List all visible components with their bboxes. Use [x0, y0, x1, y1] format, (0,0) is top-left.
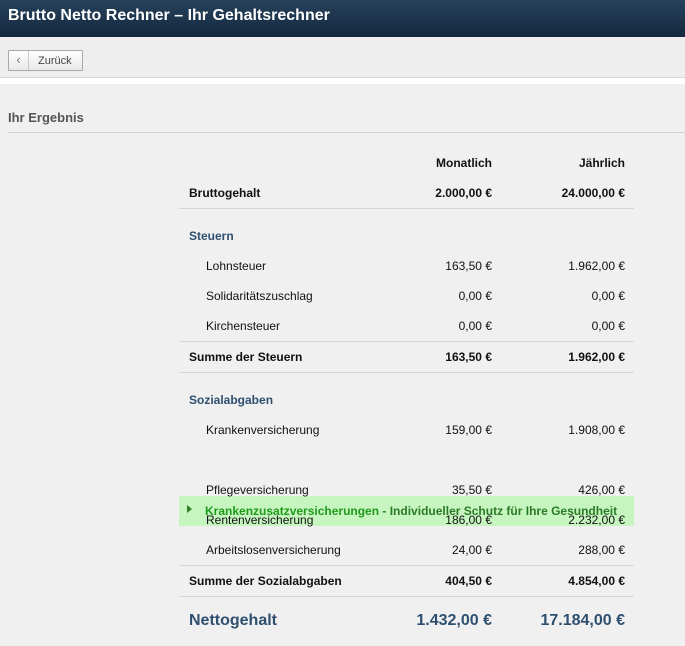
- row-label: Solidaritätszuschlag: [206, 289, 313, 303]
- row-yearly: 0,00 €: [591, 289, 625, 303]
- result-area: Ihr Ergebnis Monatlich Jährlich Bruttoge…: [0, 84, 685, 646]
- app-title: Brutto Netto Rechner – Ihr Gehaltsrechne…: [8, 7, 330, 24]
- taxes-sum-monthly: 163,50 €: [445, 350, 492, 364]
- net-salary-yearly: 17.184,00 €: [540, 612, 625, 629]
- row-label: Lohnsteuer: [206, 259, 267, 273]
- section-title-social-label: Sozialabgaben: [189, 393, 274, 407]
- row-monthly: 35,50 €: [451, 483, 492, 497]
- row-yearly: 426,00 €: [578, 483, 625, 497]
- row-label: Pflegeversicherung: [206, 483, 309, 497]
- row-label: Krankenversicherung: [206, 423, 320, 437]
- net-salary-monthly: 1.432,00 €: [416, 612, 492, 629]
- row-divider: [179, 372, 634, 373]
- row-monthly: 163,50 €: [445, 259, 492, 273]
- row-yearly: 0,00 €: [591, 319, 625, 333]
- row-yearly: 1.908,00 €: [568, 423, 625, 437]
- section-title-taxes-label: Steuern: [189, 229, 234, 243]
- toolbar: ‹ Zurück: [0, 37, 685, 78]
- row-monthly: 186,00 €: [445, 513, 492, 527]
- column-header-yearly: Jährlich: [578, 156, 625, 170]
- app-header: Brutto Netto Rechner – Ihr Gehaltsrechne…: [0, 0, 685, 37]
- social-sum-monthly: 404,50 €: [445, 574, 492, 588]
- gross-salary-label: Bruttogehalt: [189, 186, 261, 200]
- chevron-left-icon: ‹: [9, 51, 29, 70]
- back-button[interactable]: ‹ Zurück: [8, 50, 83, 71]
- row-label: Kirchensteuer: [206, 319, 281, 333]
- row-yearly: 1.962,00 €: [568, 259, 625, 273]
- gross-salary-monthly: 2.000,00 €: [435, 186, 492, 200]
- row-monthly: 24,00 €: [451, 543, 492, 557]
- row-label: Arbeitslosenversicherung: [206, 543, 341, 557]
- taxes-sum-yearly: 1.962,00 €: [568, 350, 625, 364]
- social-sum-label: Summe der Sozialabgaben: [189, 574, 342, 588]
- social-sum-yearly: 4.854,00 €: [568, 574, 625, 588]
- gross-salary-yearly: 24.000,00 €: [561, 186, 625, 200]
- row-monthly: 0,00 €: [458, 319, 492, 333]
- heading-divider: [8, 132, 685, 133]
- row-yearly: 2.232,00 €: [568, 513, 625, 527]
- row-divider: [179, 565, 634, 566]
- row-label: Rentenversicherung: [206, 513, 314, 527]
- taxes-sum-label: Summe der Steuern: [189, 350, 303, 364]
- net-salary-label: Nettogehalt: [189, 612, 277, 629]
- result-table: Monatlich Jährlich Bruttogehalt 2.000,00…: [179, 134, 634, 646]
- row-monthly: 0,00 €: [458, 289, 492, 303]
- row-monthly: 159,00 €: [445, 423, 492, 437]
- result-heading: Ihr Ergebnis: [8, 110, 84, 125]
- row-divider: [179, 208, 634, 209]
- column-header-monthly: Monatlich: [436, 156, 492, 170]
- row-divider: [179, 341, 634, 342]
- row-divider: [179, 596, 634, 597]
- row-yearly: 288,00 €: [578, 543, 625, 557]
- back-button-label: Zurück: [38, 55, 72, 67]
- triangle-right-icon: [187, 505, 192, 513]
